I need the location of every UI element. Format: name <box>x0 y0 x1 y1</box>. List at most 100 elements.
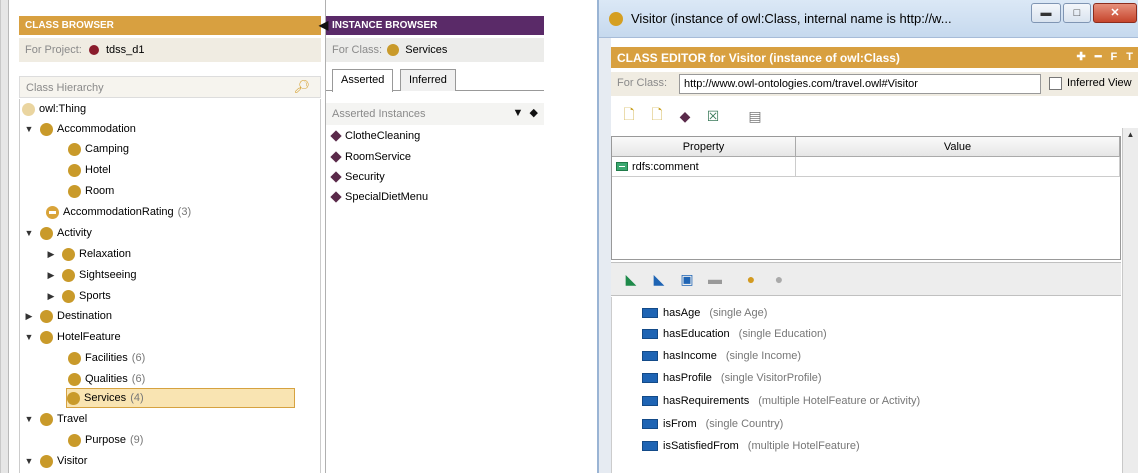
add-property-icon[interactable]: ▣ <box>677 269 697 289</box>
tree-node-accommodation-rating[interactable]: AccommodationRating (3) <box>46 202 191 222</box>
tree-node-sightseeing[interactable]: ▶ Sightseeing <box>44 265 137 285</box>
tree-node-activity[interactable]: ▼ Activity <box>22 223 92 243</box>
slot-item[interactable]: hasEducation (single Education) <box>642 324 827 344</box>
maximize-button[interactable]: □ <box>1063 3 1091 23</box>
collapse-icon[interactable]: ▼ <box>22 124 36 134</box>
slot-item[interactable]: hasAge (single Age) <box>642 303 767 323</box>
collapse-icon[interactable]: ▼ <box>22 228 36 238</box>
object-property-icon <box>642 419 658 429</box>
tree-node-label: Services <box>84 392 127 404</box>
slot-toolbar: ◣ ◣ ▣ ▬ ● ● <box>611 262 1121 296</box>
slot-name: hasAge <box>663 307 701 319</box>
tab-asserted[interactable]: Asserted <box>332 69 394 92</box>
expand-icon[interactable]: ▶ <box>22 311 36 322</box>
table-row[interactable]: rdfs:comment <box>612 157 1120 177</box>
add-resource-icon[interactable]: ◆ <box>675 106 695 126</box>
tree-node-sports[interactable]: ▶ Sports <box>44 286 111 306</box>
slot-list[interactable]: hasAge (single Age) hasEducation (single… <box>611 297 1121 473</box>
tree-node-hotel[interactable]: Hotel <box>68 160 111 180</box>
collapse-icon[interactable]: ▼ <box>22 332 36 342</box>
instance-item[interactable]: Security <box>330 168 385 186</box>
slot-item[interactable]: hasRequirements (multiple HotelFeature o… <box>642 391 920 411</box>
instance-tabs: Asserted Inferred <box>326 67 544 92</box>
collapse-icon[interactable]: ▼ <box>22 456 36 466</box>
enumerated-class-icon <box>46 205 59 219</box>
class-icon <box>68 163 81 177</box>
tree-node-owl-thing[interactable]: owl:Thing <box>22 99 86 119</box>
instance-item[interactable]: SpecialDietMenu <box>330 188 429 206</box>
slot-item[interactable]: isSatisfiedFrom (multiple HotelFeature) <box>642 436 860 456</box>
tree-node-room[interactable]: Room <box>68 181 114 201</box>
expand-icon[interactable]: ▶ <box>44 291 58 302</box>
slot-name: hasIncome <box>663 350 717 362</box>
tree-node-qualities[interactable]: Qualities (6) <box>68 369 145 389</box>
property-name: rdfs:comment <box>632 160 699 173</box>
tree-node-purpose[interactable]: Purpose (9) <box>68 430 143 450</box>
view-icon[interactable]: ▤ <box>745 106 765 126</box>
tree-node-label: Relaxation <box>79 248 131 260</box>
vertical-scrollbar[interactable]: ▲ <box>1122 128 1138 473</box>
expand-icon[interactable]: ▶ <box>44 249 58 260</box>
project-name: tdss_d1 <box>105 44 145 56</box>
class-icon <box>62 268 75 282</box>
slot-name: hasRequirements <box>663 395 750 407</box>
splitter-arrow-icon[interactable]: ◀ <box>319 18 328 32</box>
object-property-icon <box>642 308 658 318</box>
slot-item[interactable]: isFrom (single Country) <box>642 414 783 434</box>
tree-node-label: Destination <box>57 310 113 322</box>
create-slot-icon[interactable]: ◣ <box>621 269 641 289</box>
tree-node-destination[interactable]: ▶ Destination <box>22 306 112 326</box>
add-restriction-icon[interactable]: ● <box>741 269 761 289</box>
delete-annotation-icon[interactable]: ☒ <box>703 106 723 126</box>
tree-node-relaxation[interactable]: ▶ Relaxation <box>44 244 131 264</box>
class-tree[interactable]: owl:Thing ▼ Accommodation Camping Hotel … <box>19 99 321 473</box>
slot-item[interactable]: hasProfile (single VisitorProfile) <box>642 368 822 388</box>
tree-node-services-selected[interactable]: Services (4) <box>66 388 295 408</box>
remove-property-icon[interactable]: ▬ <box>705 269 725 289</box>
window-class-icon <box>609 12 623 26</box>
tab-inferred[interactable]: Inferred <box>400 69 456 91</box>
instance-menu-icon[interactable]: ▼ ◆ <box>513 106 538 119</box>
collapse-icon[interactable]: ▼ <box>22 414 36 424</box>
class-icon <box>40 226 53 240</box>
slot-description: (multiple HotelFeature or Activity) <box>758 395 921 407</box>
inferred-view-checkbox[interactable] <box>1049 77 1062 90</box>
remove-restriction-icon[interactable]: ● <box>769 269 789 289</box>
window-title: Visitor (instance of owl:Class, internal… <box>631 11 952 26</box>
tree-node-hotel-feature[interactable]: ▼ HotelFeature <box>22 327 121 347</box>
tree-node-facilities[interactable]: Facilities (6) <box>68 348 145 368</box>
expand-icon[interactable]: ▶ <box>44 270 58 281</box>
close-button[interactable]: ✕ <box>1093 3 1137 23</box>
tree-node-visitor[interactable]: ▼ Visitor <box>22 451 87 471</box>
minimize-button[interactable]: ▬ <box>1031 3 1061 23</box>
find-class-icon[interactable]: 🔎︎ <box>293 79 310 95</box>
editor-for-class-row: For Class: http://www.owl-ontologies.com… <box>611 72 1138 96</box>
tree-node-camping[interactable]: Camping <box>68 139 129 159</box>
annotation-table[interactable]: Property Value rdfs:comment <box>611 136 1121 260</box>
header-tools[interactable]: ✚ ━ F T <box>1077 50 1136 63</box>
add-slot-icon[interactable]: ◣ <box>649 269 669 289</box>
new-datatype-annotation-icon[interactable]: 🗋︎ <box>647 106 667 126</box>
class-icon <box>40 309 53 323</box>
class-editor-window: Visitor (instance of owl:Class, internal… <box>597 0 1138 473</box>
instance-label: SpecialDietMenu <box>345 191 429 203</box>
instance-item[interactable]: ClotheCleaning <box>330 127 420 145</box>
tree-node-accommodation[interactable]: ▼ Accommodation <box>22 119 136 139</box>
tree-node-travel[interactable]: ▼ Travel <box>22 409 87 429</box>
table-cell-value[interactable] <box>796 157 1120 176</box>
class-icon <box>62 247 75 261</box>
new-annotation-icon[interactable]: 🗋︎ <box>619 106 639 126</box>
instance-item[interactable]: RoomService <box>330 148 411 166</box>
asserted-instances-header: Asserted Instances ▼ ◆ <box>326 103 544 125</box>
class-hierarchy-header: Class Hierarchy 🔎︎ <box>19 76 321 98</box>
class-browser-header: CLASS BROWSER <box>19 16 321 35</box>
instance-icon <box>330 130 342 142</box>
window-titlebar[interactable]: Visitor (instance of owl:Class, internal… <box>599 0 1138 38</box>
scroll-up-icon[interactable]: ▲ <box>1125 130 1136 141</box>
class-uri-field[interactable]: http://www.owl-ontologies.com/travel.owl… <box>679 74 1041 94</box>
slot-item[interactable]: hasIncome (single Income) <box>642 346 801 366</box>
for-class-name: Services <box>405 44 448 56</box>
table-header: Property Value <box>612 137 1120 157</box>
instance-count: (6) <box>131 352 146 364</box>
tree-node-label: Qualities <box>85 373 128 385</box>
